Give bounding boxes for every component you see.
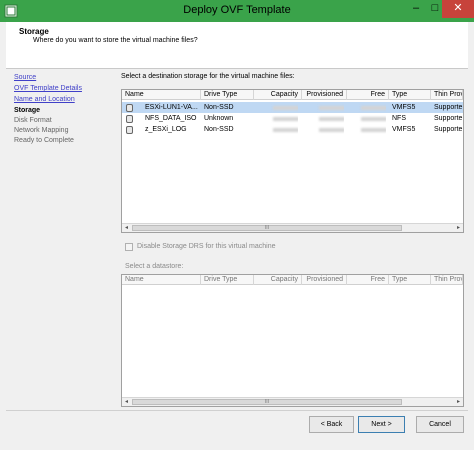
datastore-icon [126,126,133,134]
wizard-header: Storage Where do you want to store the v… [6,22,468,69]
row-drive-type: Unknown [204,115,234,122]
col-free[interactable]: Free [347,90,389,100]
storage-horizontal-scrollbar[interactable]: ◂ III ▸ [122,223,463,232]
scroll-left-button[interactable]: ◂ [122,224,131,233]
step-network-mapping: Network Mapping [14,127,69,134]
storage-table-header: Name Drive Type Capacity Provisioned Fre… [122,90,463,100]
back-button[interactable]: < Back [309,416,354,433]
footer-separator [6,410,468,411]
row-type: VMFS5 [392,104,416,111]
row-free-redacted [358,124,386,135]
row-name: NFS_DATA_ISO [145,115,197,122]
cancel-button[interactable]: Cancel [416,416,464,433]
col-drive-type[interactable]: Drive Type [201,275,254,285]
row-name: ESXi-LUN1-VA... [145,104,198,111]
scroll-thumb[interactable]: III [132,225,402,231]
step-name-and-location[interactable]: Name and Location [14,96,75,103]
datastore-horizontal-scrollbar[interactable]: ◂ III ▸ [122,397,463,406]
step-ready-to-complete: Ready to Complete [14,137,74,144]
row-thin-prov: Supporte [434,104,463,111]
col-thin-prov[interactable]: Thin Prov [431,90,463,100]
datastore-icon [126,104,133,112]
col-provisioned[interactable]: Provisioned [302,275,347,285]
scroll-right-button[interactable]: ▸ [454,398,463,407]
col-capacity[interactable]: Capacity [254,90,302,100]
row-capacity-redacted [270,113,298,124]
minimize-button[interactable]: – [404,0,428,18]
row-provisioned-redacted [316,102,344,113]
row-capacity-redacted [270,102,298,113]
col-drive-type[interactable]: Drive Type [201,90,254,100]
row-provisioned-redacted [316,124,344,135]
datastore-icon [126,115,133,123]
close-button[interactable]: ✕ [442,0,474,18]
row-free-redacted [358,102,386,113]
select-datastore-label: Select a datastore: [125,263,184,270]
storage-table[interactable]: Name Drive Type Capacity Provisioned Fre… [121,89,464,233]
step-source[interactable]: Source [14,74,36,81]
storage-row[interactable]: z_ESXi_LOG Non-SSD VMFS5 Supporte [122,124,463,135]
row-drive-type: Non-SSD [204,104,234,111]
row-type: NFS [392,115,406,122]
col-capacity[interactable]: Capacity [254,275,302,285]
col-thin-prov[interactable]: Thin Prov [431,275,463,285]
col-provisioned[interactable]: Provisioned [302,90,347,100]
datastore-table-header: Name Drive Type Capacity Provisioned Fre… [122,275,463,285]
col-free[interactable]: Free [347,275,389,285]
title-bar: Deploy OVF Template – □ ✕ [0,0,474,22]
datastore-table[interactable]: Name Drive Type Capacity Provisioned Fre… [121,274,464,407]
row-provisioned-redacted [316,113,344,124]
row-type: VMFS5 [392,126,416,133]
disable-storage-drs-checkbox[interactable] [125,243,133,251]
storage-select-label: Select a destination storage for the vir… [121,73,295,80]
row-free-redacted [358,113,386,124]
page-title: Storage [19,27,49,36]
page-subtitle: Where do you want to store the virtual m… [33,37,198,44]
row-drive-type: Non-SSD [204,126,234,133]
scroll-right-button[interactable]: ▸ [454,224,463,233]
row-thin-prov: Supporte [434,126,463,133]
maximize-button[interactable]: □ [428,0,442,18]
step-disk-format: Disk Format [14,117,52,124]
step-storage: Storage [14,107,41,114]
disable-storage-drs-label: Disable Storage DRS for this virtual mac… [137,243,276,250]
row-thin-prov: Supporte [434,115,463,122]
row-name: z_ESXi_LOG [145,126,187,133]
col-type[interactable]: Type [389,90,431,100]
storage-row[interactable]: NFS_DATA_ISO Unknown NFS Supporte [122,113,463,124]
col-type[interactable]: Type [389,275,431,285]
scroll-left-button[interactable]: ◂ [122,398,131,407]
col-name[interactable]: Name [122,275,201,285]
next-button[interactable]: Next > [358,416,405,433]
step-ovf-template-details[interactable]: OVF Template Details [14,85,82,92]
storage-row[interactable]: ESXi-LUN1-VA... Non-SSD VMFS5 Supporte [122,102,463,113]
row-capacity-redacted [270,124,298,135]
window-title: Deploy OVF Template [183,4,291,16]
scroll-thumb[interactable]: III [132,399,402,405]
col-name[interactable]: Name [122,90,201,100]
